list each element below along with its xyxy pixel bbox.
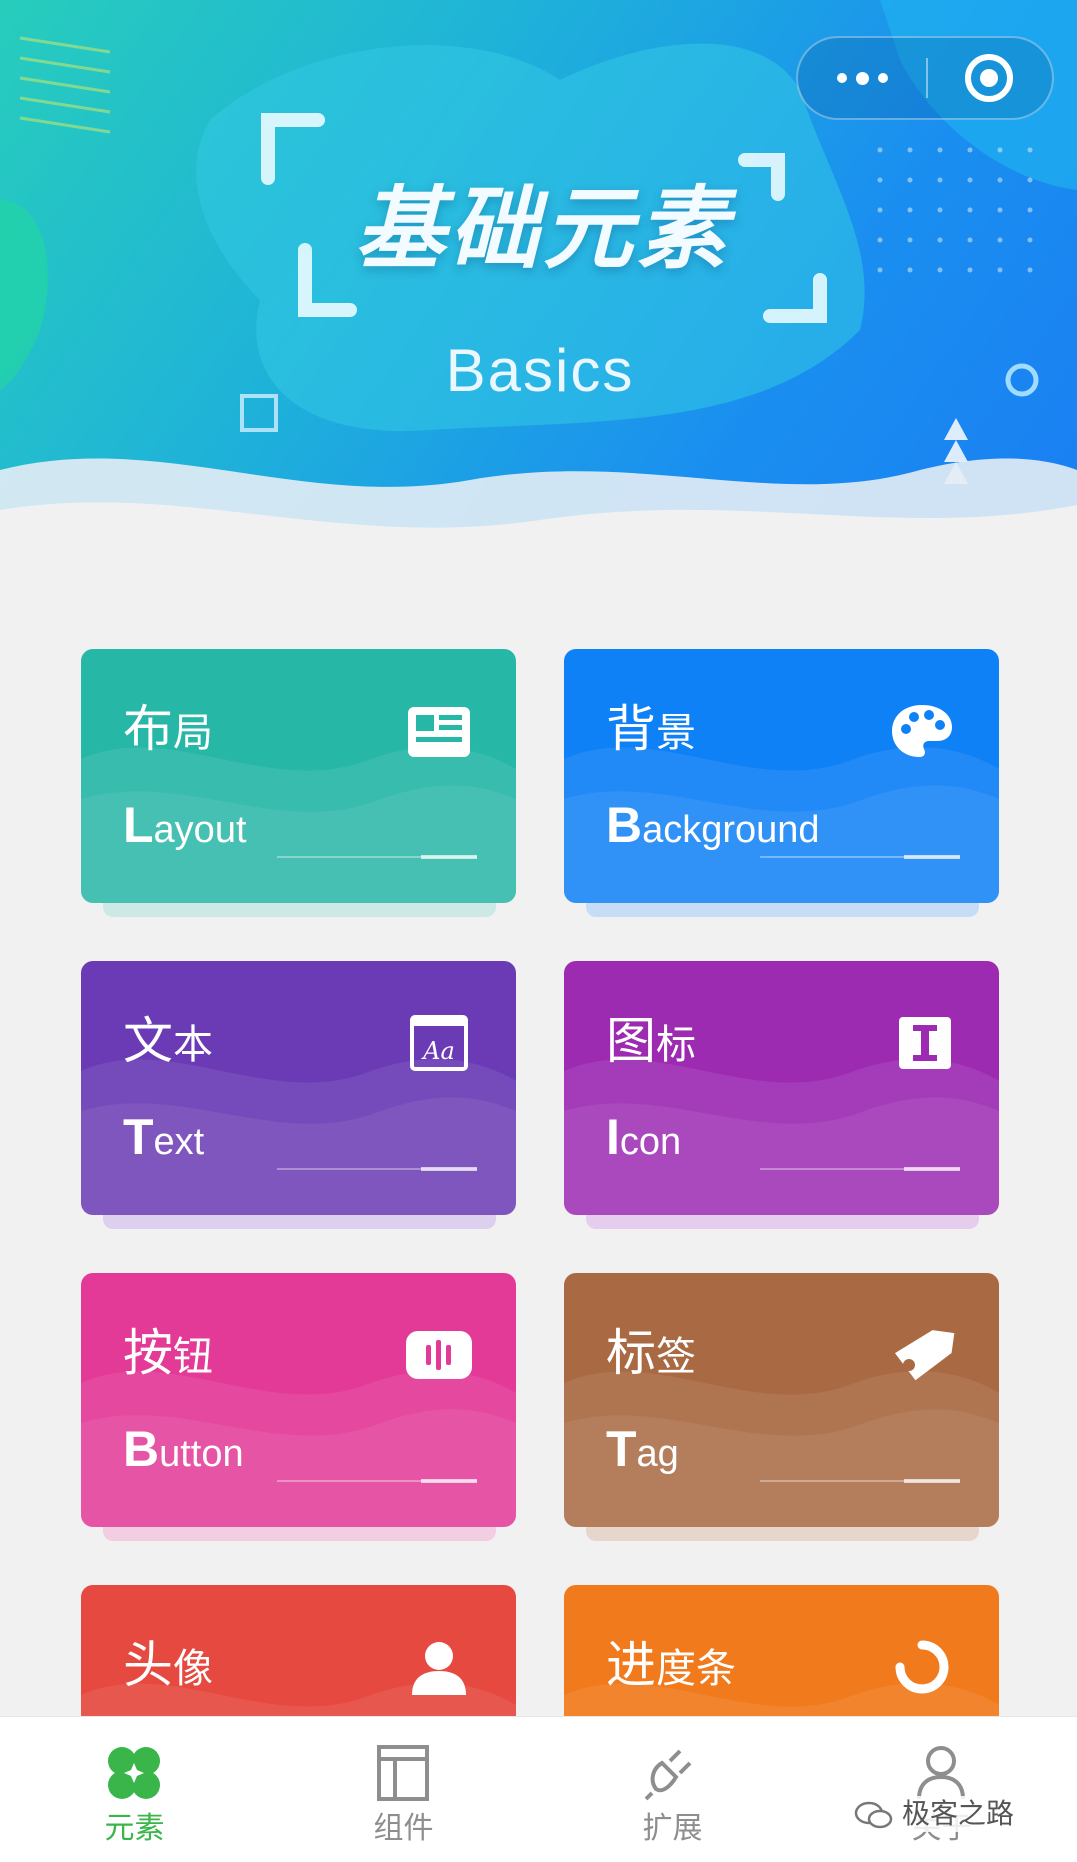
target-circle-icon[interactable]: [965, 54, 1013, 102]
card-background[interactable]: 背景 Background: [564, 649, 999, 903]
text-aa-icon: Aa: [410, 1015, 468, 1071]
card-title-en: Background: [606, 797, 820, 853]
tab-about[interactable]: 关于: [807, 1717, 1076, 1862]
card-shadow: [103, 1215, 496, 1229]
card-title-en: Layout: [123, 797, 247, 853]
button-icon: [406, 1331, 472, 1379]
card-title-cn: 进度条: [606, 1636, 736, 1694]
more-dots-icon[interactable]: [798, 38, 926, 118]
icon-i-icon: [899, 1017, 951, 1069]
avatar-icon: [412, 1642, 466, 1695]
card-underline: [277, 1167, 477, 1171]
progress-spinner-icon: [895, 1640, 949, 1694]
card-wave: [564, 1371, 999, 1527]
card-title-cn: 布局: [123, 700, 213, 758]
card-underline: [277, 855, 477, 859]
card-title-en: Button: [123, 1421, 244, 1477]
card-wave: [564, 747, 999, 903]
card-underline: [760, 1479, 960, 1483]
tab-label: 组件: [373, 1811, 434, 1846]
page-title: 基础元素: [355, 177, 731, 282]
palette-icon: [892, 705, 952, 757]
page-subtitle: Basics: [445, 337, 635, 404]
card-title-cn: 背景: [606, 700, 696, 758]
watermark-text: 极客之路: [896, 1796, 1021, 1832]
card-title-cn: 图标: [606, 1012, 696, 1070]
card-title-cn: 文本: [123, 1012, 213, 1070]
card-wave: [81, 747, 516, 903]
tab-label: 扩展: [642, 1811, 703, 1846]
card-title-en: Text: [123, 1109, 205, 1165]
card-shadow: [586, 1215, 979, 1229]
card-underline: [277, 1479, 477, 1483]
card-underline: [760, 1167, 960, 1171]
elements-clover-icon: [108, 1747, 160, 1799]
tab-elements[interactable]: 元素: [0, 1717, 269, 1862]
card-title-en: Icon: [606, 1109, 682, 1165]
card-icon[interactable]: 图标 Icon: [564, 961, 999, 1215]
card-wave: [564, 1059, 999, 1215]
svg-text:Aa: Aa: [421, 1037, 455, 1065]
card-wave: [81, 1059, 516, 1215]
tab-bar: 元素 组件 扩展 关于: [0, 1716, 1077, 1862]
mini-program-capsule: [796, 36, 1054, 120]
card-title-cn: 标签: [606, 1324, 696, 1382]
wechat-icon: [854, 1801, 893, 1829]
card-layout[interactable]: 布局 Layout: [81, 649, 516, 903]
card-title-en: Tag: [606, 1421, 679, 1477]
card-shadow: [103, 1527, 496, 1541]
layout-card-icon: [408, 707, 470, 757]
card-title-cn: 头像: [123, 1636, 213, 1694]
card-underline: [760, 855, 960, 859]
about-person-icon: [917, 1746, 965, 1800]
tab-label: 元素: [104, 1811, 165, 1846]
card-title-cn: 按钮: [123, 1324, 213, 1382]
capsule-divider: [926, 58, 928, 98]
card-button[interactable]: 按钮 Button: [81, 1273, 516, 1527]
card-tag[interactable]: 标签 Tag: [564, 1273, 999, 1527]
card-shadow: [586, 1527, 979, 1541]
page-header: 基础元素 Basics: [0, 0, 1077, 560]
card-shadow: [586, 903, 979, 917]
tag-icon: [894, 1330, 955, 1381]
card-text[interactable]: 文本 Text Aa: [81, 961, 516, 1215]
tab-components[interactable]: 组件: [269, 1717, 538, 1862]
tab-extensions[interactable]: 扩展: [538, 1717, 807, 1862]
card-shadow: [103, 903, 496, 917]
card-wave: [81, 1371, 516, 1527]
components-layout-icon: [377, 1745, 429, 1801]
extension-plug-icon: [644, 1749, 692, 1801]
